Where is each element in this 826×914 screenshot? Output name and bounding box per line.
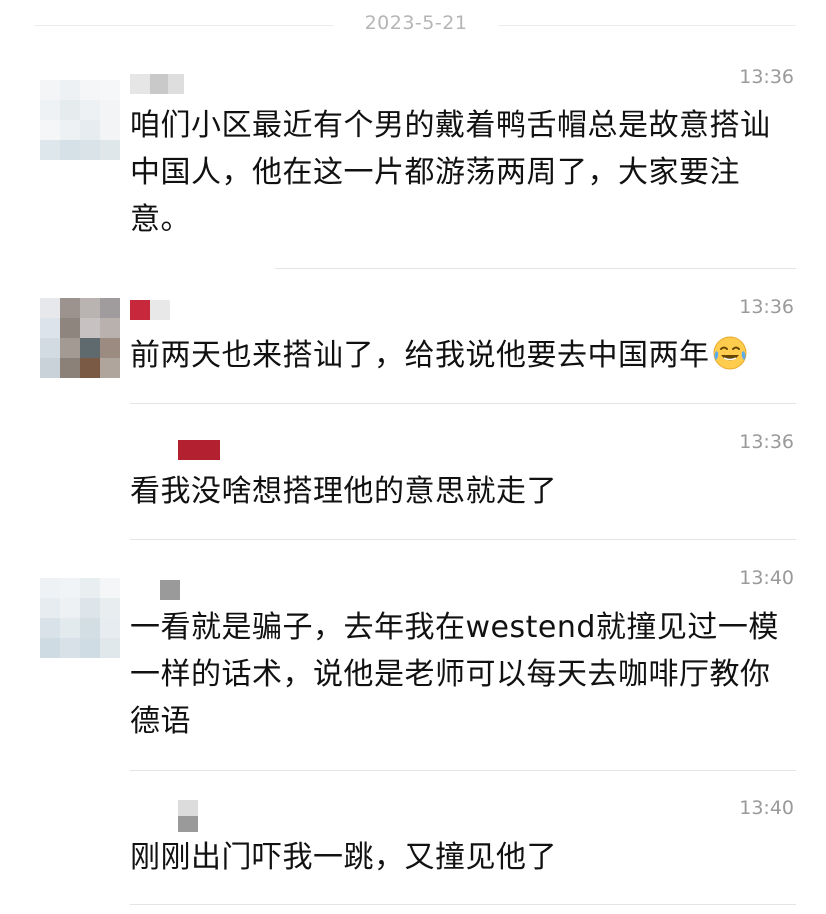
laughing-crying-face-icon bbox=[713, 336, 746, 370]
message-text: 看我没啥想搭理他的意思就走了 bbox=[130, 474, 557, 509]
message-text: 刚刚出门吓我一跳，又撞见他了 bbox=[130, 840, 557, 875]
message-separator bbox=[130, 403, 796, 404]
message-separator bbox=[130, 904, 796, 905]
date-divider: 2023-5-21 bbox=[0, 8, 826, 42]
divider-line-left bbox=[34, 25, 334, 26]
divider-line-right bbox=[498, 25, 796, 26]
message-separator bbox=[130, 770, 796, 771]
avatar[interactable] bbox=[40, 578, 120, 658]
message-time: 13:36 bbox=[739, 296, 794, 318]
message-text: 前两天也来搭讪了，给我说他要去中国两年 bbox=[130, 332, 800, 379]
message-text: 咱们小区最近有个男的戴着鸭舌帽总是故意搭讪中国人，他在这一片都游荡两周了，大家要… bbox=[130, 108, 771, 237]
message-text-content: 前两天也来搭讪了，给我说他要去中国两年 bbox=[130, 338, 710, 373]
message-time: 13:40 bbox=[739, 567, 794, 589]
sender-name bbox=[178, 440, 220, 460]
message-separator bbox=[275, 268, 796, 269]
avatar[interactable] bbox=[40, 298, 120, 378]
sender-name-tail bbox=[178, 816, 198, 836]
message-time: 13:36 bbox=[739, 431, 794, 453]
avatar[interactable] bbox=[40, 80, 120, 160]
sender-name bbox=[160, 580, 180, 600]
sender-name bbox=[130, 74, 184, 94]
date-label: 2023-5-21 bbox=[364, 12, 468, 34]
message-time: 13:36 bbox=[739, 66, 794, 88]
message-separator bbox=[130, 539, 796, 540]
sender-name bbox=[130, 300, 170, 320]
message-time: 13:40 bbox=[739, 797, 794, 819]
message-text: 一看就是骗子，去年我在westend就撞见过一模一样的话术，说他是老师可以每天去… bbox=[130, 610, 779, 739]
